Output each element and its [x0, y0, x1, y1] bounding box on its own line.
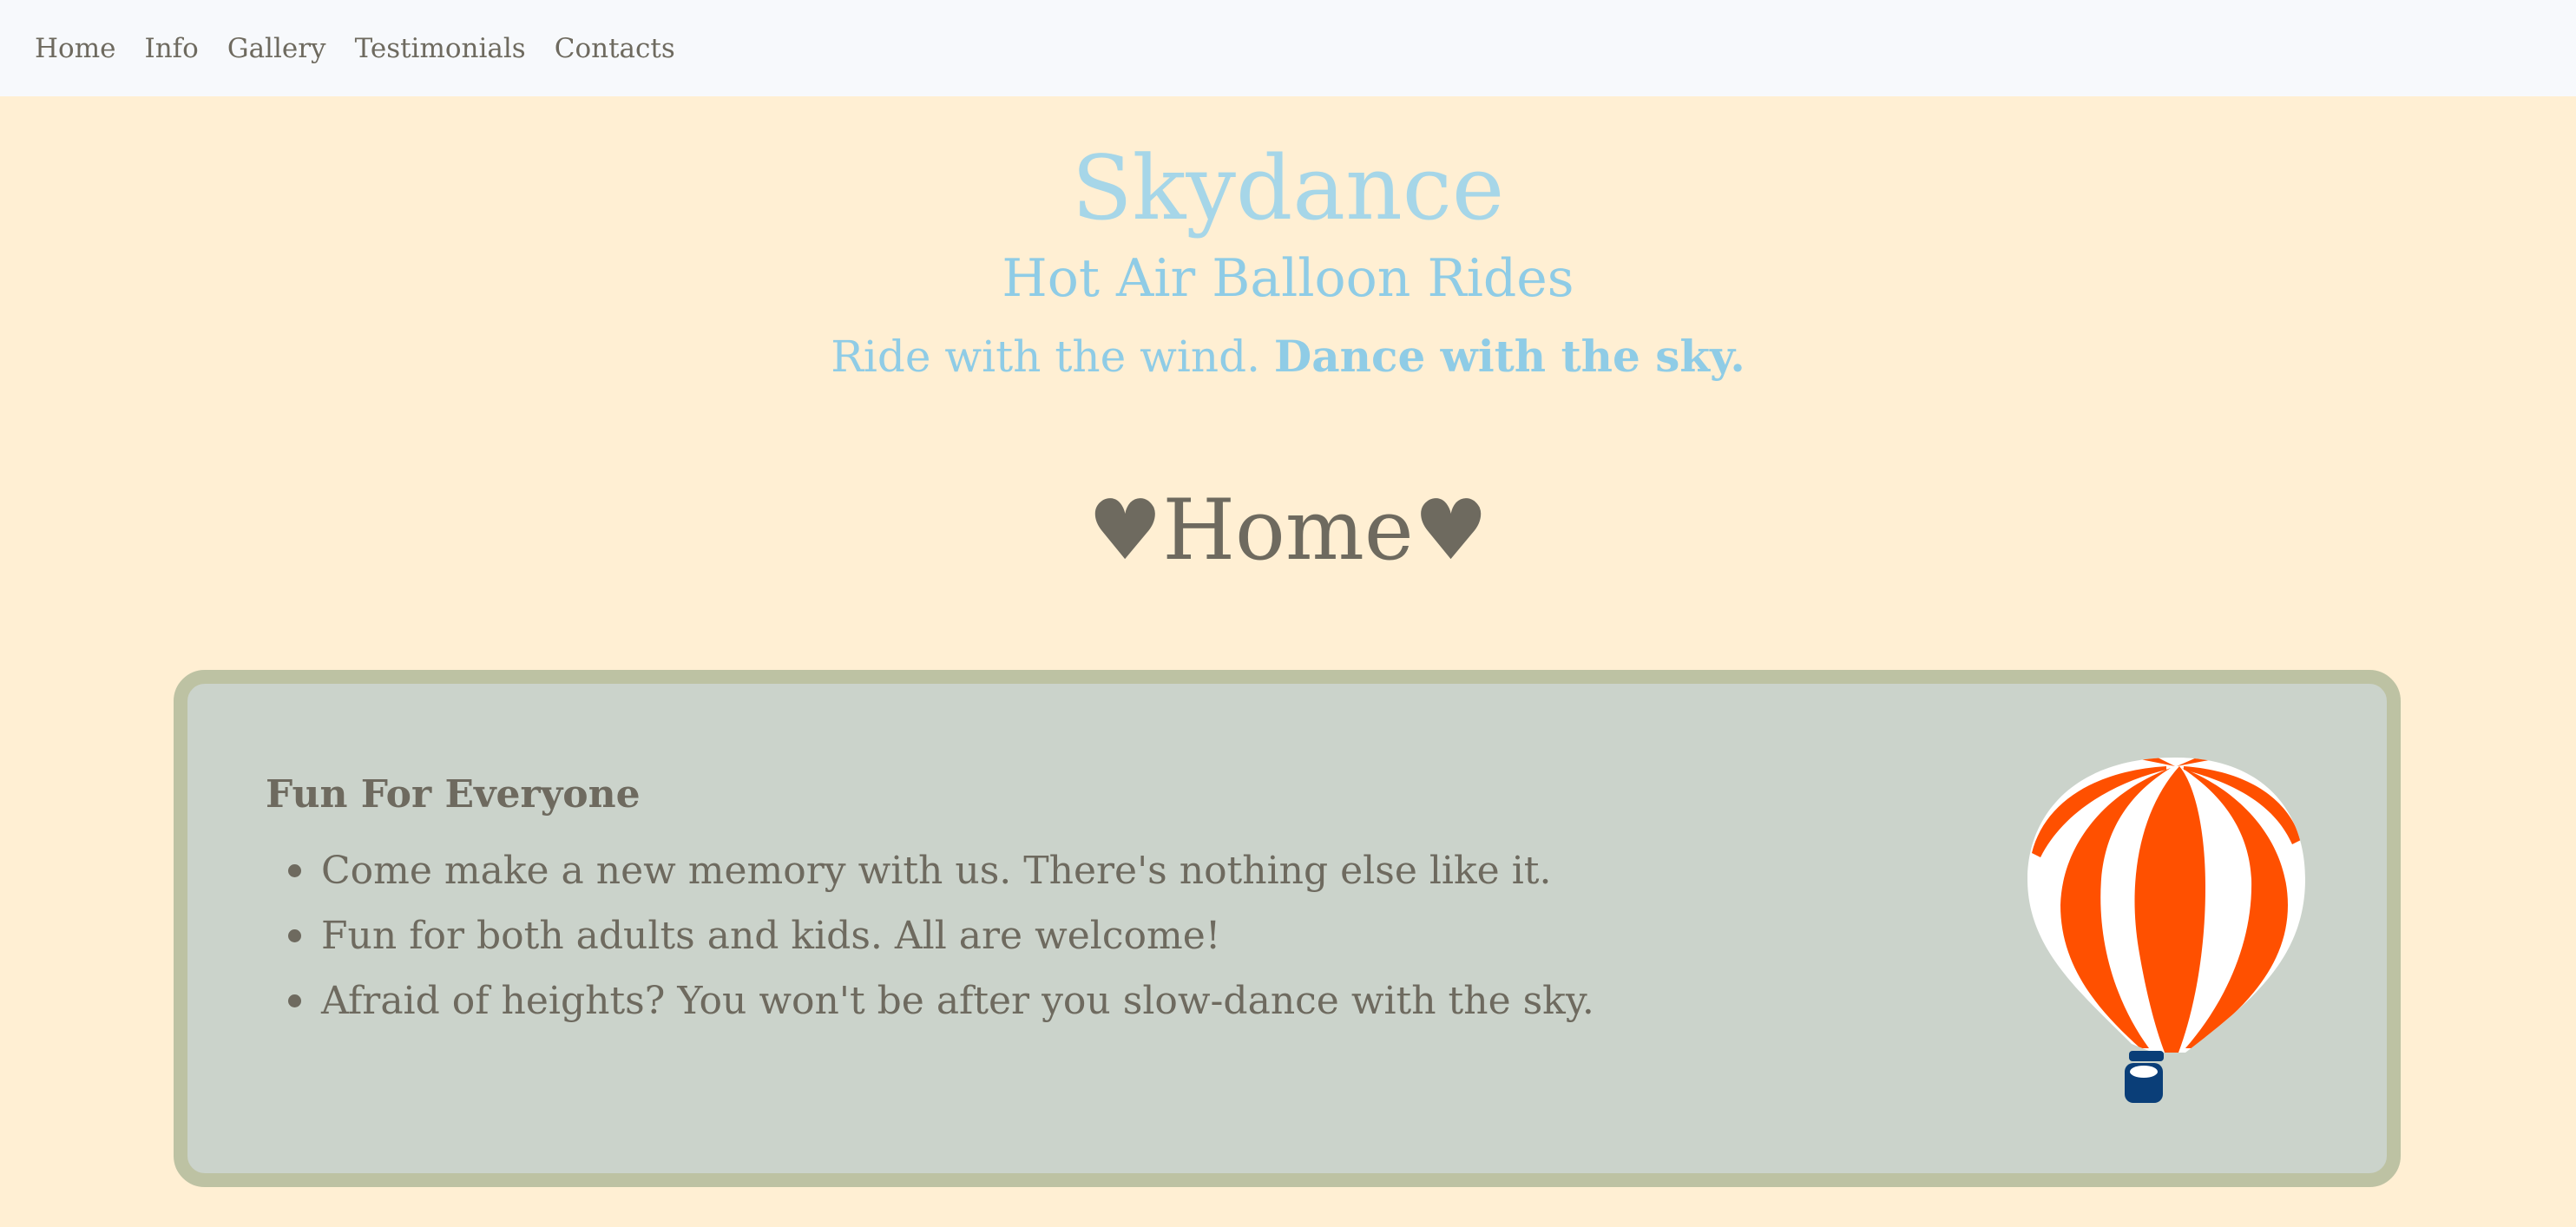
bullet-icon	[288, 994, 301, 1007]
nav-link-contacts[interactable]: Contacts	[555, 33, 675, 64]
site-subtitle: Hot Air Balloon Rides	[1002, 248, 1574, 309]
tagline-plain: Ride with the wind.	[831, 331, 1260, 382]
bullet-icon	[288, 864, 301, 877]
tagline: Ride with the wind. Dance with the sky.	[0, 331, 2576, 383]
list-item-text: Afraid of heights? You won't be after yo…	[321, 979, 1594, 1023]
feature-list: Come make a new memory with us. There's …	[266, 838, 1594, 1033]
nav-link-testimonials[interactable]: Testimonials	[355, 33, 526, 64]
hot-air-balloon-icon	[2027, 758, 2305, 1103]
nav-link-info[interactable]: Info	[144, 33, 198, 64]
top-navigation: Home Info Gallery Testimonials Contacts	[0, 0, 2576, 96]
feature-card: Fun For Everyone Come make a new memory …	[174, 670, 2401, 1187]
section-title: ♥Home♥	[1088, 482, 1488, 579]
list-item: Come make a new memory with us. There's …	[266, 838, 1594, 903]
site-title: Skydance	[1071, 137, 1505, 240]
tagline-bold: Dance with the sky.	[1273, 331, 1745, 382]
list-item: Afraid of heights? You won't be after yo…	[266, 968, 1594, 1033]
list-item: Fun for both adults and kids. All are we…	[266, 903, 1594, 968]
bullet-icon	[288, 929, 301, 942]
card-heading: Fun For Everyone	[266, 772, 641, 817]
nav-link-home[interactable]: Home	[35, 33, 115, 64]
nav-link-gallery[interactable]: Gallery	[227, 33, 326, 64]
list-item-text: Come make a new memory with us. There's …	[321, 849, 1552, 893]
list-item-text: Fun for both adults and kids. All are we…	[321, 914, 1221, 958]
